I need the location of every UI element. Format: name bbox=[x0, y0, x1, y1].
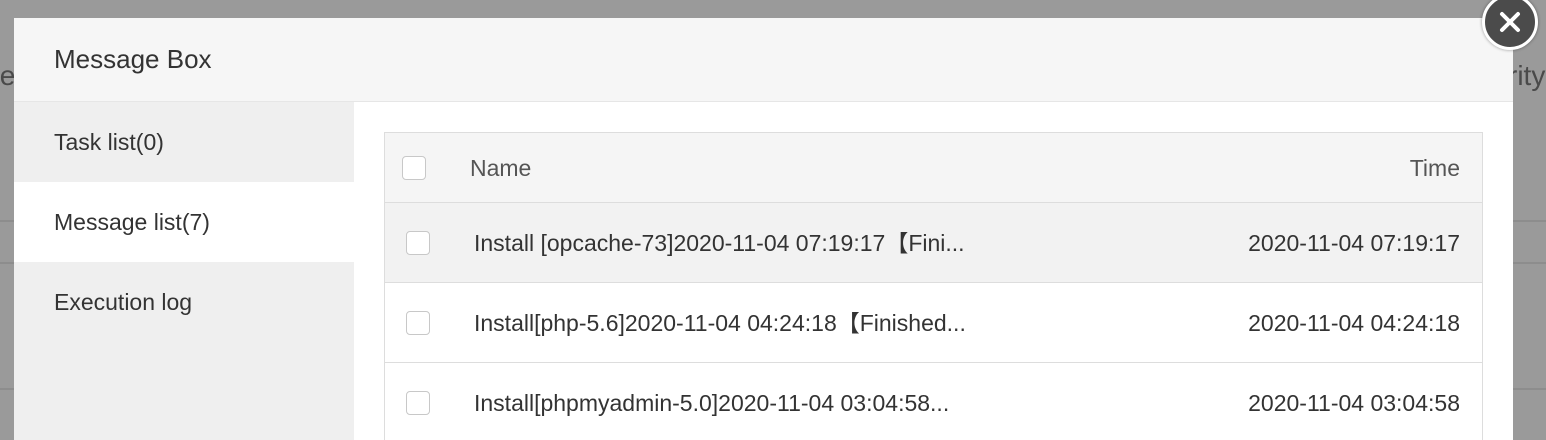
message-box-dialog: Message Box Task list(0) Message list(7)… bbox=[14, 18, 1513, 440]
message-time: 2020-11-04 03:04:58 bbox=[1248, 390, 1460, 416]
message-name: Install [opcache-73]2020-11-04 07:19:17【… bbox=[474, 230, 965, 256]
message-time: 2020-11-04 07:19:17 bbox=[1248, 230, 1460, 256]
column-header-time[interactable]: Time bbox=[1410, 133, 1460, 203]
dialog-title: Message Box bbox=[54, 44, 212, 74]
sidebar-item-execution-log[interactable]: Execution log bbox=[14, 262, 354, 342]
message-table: Name Time Install [opcache-73]2020-11-04… bbox=[384, 132, 1483, 440]
dialog-header: Message Box bbox=[14, 18, 1513, 102]
table-row[interactable]: Install[phpmyadmin-5.0]2020-11-04 03:04:… bbox=[385, 363, 1482, 440]
message-list-panel: Name Time Install [opcache-73]2020-11-04… bbox=[354, 102, 1513, 440]
select-all-checkbox[interactable] bbox=[402, 156, 426, 180]
sidebar-item-message-list[interactable]: Message list(7) bbox=[14, 182, 354, 262]
sidebar-item-task-list[interactable]: Task list(0) bbox=[14, 102, 354, 182]
message-name: Install[phpmyadmin-5.0]2020-11-04 03:04:… bbox=[474, 390, 950, 416]
row-checkbox[interactable] bbox=[406, 311, 430, 335]
close-icon bbox=[1500, 12, 1520, 32]
table-row[interactable]: Install [opcache-73]2020-11-04 07:19:17【… bbox=[385, 203, 1482, 283]
message-name: Install[php-5.6]2020-11-04 04:24:18【Fini… bbox=[474, 310, 966, 336]
row-checkbox[interactable] bbox=[406, 391, 430, 415]
sidebar: Task list(0) Message list(7) Execution l… bbox=[14, 102, 354, 440]
table-header: Name Time bbox=[385, 133, 1482, 203]
table-row[interactable]: Install[php-5.6]2020-11-04 04:24:18【Fini… bbox=[385, 283, 1482, 363]
row-checkbox[interactable] bbox=[406, 231, 430, 255]
column-header-name[interactable]: Name bbox=[470, 133, 531, 203]
message-time: 2020-11-04 04:24:18 bbox=[1248, 310, 1460, 336]
background-text-right: rity bbox=[1508, 60, 1546, 91]
